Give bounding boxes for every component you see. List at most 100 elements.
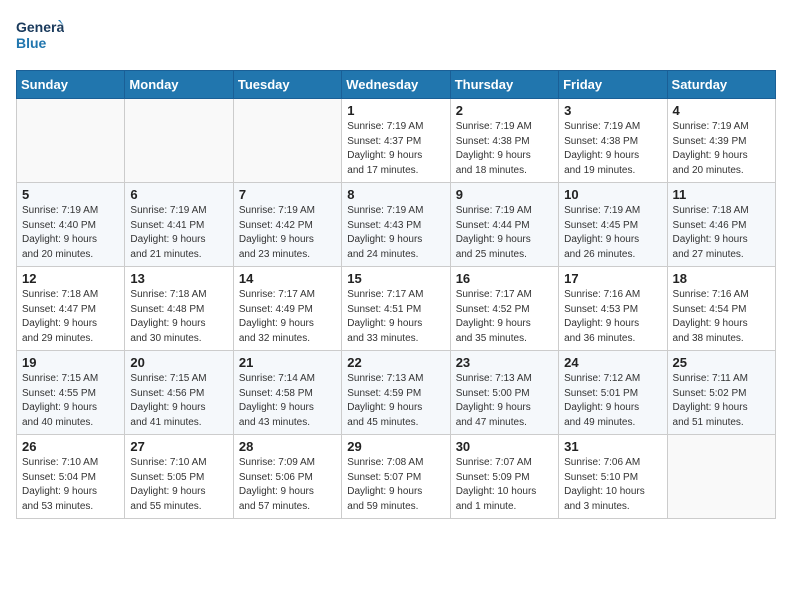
day-info: Sunrise: 7:10 AM Sunset: 5:04 PM Dayligh… [22,456,119,514]
day-number: 21 [239,355,336,370]
day-number: 11 [673,187,770,202]
day-info: Sunrise: 7:11 AM Sunset: 5:02 PM Dayligh… [673,372,770,430]
day-number: 9 [456,187,553,202]
header-day: Saturday [667,71,775,99]
calendar-cell: 6Sunrise: 7:19 AM Sunset: 4:41 PM Daylig… [125,183,233,267]
day-info: Sunrise: 7:13 AM Sunset: 4:59 PM Dayligh… [347,372,444,430]
calendar-cell [233,99,341,183]
day-number: 15 [347,271,444,286]
day-info: Sunrise: 7:12 AM Sunset: 5:01 PM Dayligh… [564,372,661,430]
calendar-cell: 8 Sunrise: 7:19 AM Sunset: 4:43 PM Daylig… [342,183,450,267]
day-number: 7 [239,187,336,202]
day-number: 2 [456,103,553,118]
day-info: Sunrise: 7:19 AM Sunset: 4:37 PM Dayligh… [347,120,444,178]
header-day: Sunday [17,71,125,99]
day-number: 30 [456,439,553,454]
day-number: 27 [130,439,227,454]
calendar-cell: 4Sunrise: 7:19 AM Sunset: 4:39 PM Daylig… [667,99,775,183]
header-day: Tuesday [233,71,341,99]
day-info: Sunrise: 7:19 AM Sunset: 4:40 PM Dayligh… [22,204,119,262]
svg-text:Blue: Blue [16,35,47,51]
calendar-week: 5 Sunrise: 7:19 AM Sunset: 4:40 PM Daylig… [17,183,776,267]
calendar-cell: 3 Sunrise: 7:19 AM Sunset: 4:38 PM Daylig… [559,99,667,183]
header-row: SundayMondayTuesdayWednesdayThursdayFrid… [17,71,776,99]
calendar-cell: 5 Sunrise: 7:19 AM Sunset: 4:40 PM Daylig… [17,183,125,267]
calendar-week: 12 Sunrise: 7:18 AM Sunset: 4:47 PM Dayli… [17,267,776,351]
calendar-cell: 31 Sunrise: 7:06 AM Sunset: 5:10 PM Dayli… [559,435,667,519]
header-day: Wednesday [342,71,450,99]
day-info: Sunrise: 7:17 AM Sunset: 4:49 PM Dayligh… [239,288,336,346]
calendar-cell: 12 Sunrise: 7:18 AM Sunset: 4:47 PM Dayli… [17,267,125,351]
day-info: Sunrise: 7:13 AM Sunset: 5:00 PM Dayligh… [456,372,553,430]
day-number: 24 [564,355,661,370]
calendar-cell: 13 Sunrise: 7:18 AM Sunset: 4:48 PM Dayli… [125,267,233,351]
day-info: Sunrise: 7:19 AM Sunset: 4:45 PM Dayligh… [564,204,661,262]
calendar-cell: 22 Sunrise: 7:13 AM Sunset: 4:59 PM Dayli… [342,351,450,435]
day-info: Sunrise: 7:09 AM Sunset: 5:06 PM Dayligh… [239,456,336,514]
day-info: Sunrise: 7:10 AM Sunset: 5:05 PM Dayligh… [130,456,227,514]
calendar-cell: 9Sunrise: 7:19 AM Sunset: 4:44 PM Daylig… [450,183,558,267]
calendar-cell: 2Sunrise: 7:19 AM Sunset: 4:38 PM Daylig… [450,99,558,183]
day-info: Sunrise: 7:18 AM Sunset: 4:48 PM Dayligh… [130,288,227,346]
calendar-cell: 11 Sunrise: 7:18 AM Sunset: 4:46 PM Dayli… [667,183,775,267]
calendar-cell: 25 Sunrise: 7:11 AM Sunset: 5:02 PM Dayli… [667,351,775,435]
calendar-cell: 1 Sunrise: 7:19 AM Sunset: 4:37 PM Daylig… [342,99,450,183]
calendar-cell [667,435,775,519]
day-number: 8 [347,187,444,202]
calendar-cell: 14 Sunrise: 7:17 AM Sunset: 4:49 PM Dayli… [233,267,341,351]
svg-text:General: General [16,19,64,35]
day-info: Sunrise: 7:19 AM Sunset: 4:38 PM Dayligh… [564,120,661,178]
header-day: Monday [125,71,233,99]
calendar-cell: 21 Sunrise: 7:14 AM Sunset: 4:58 PM Dayli… [233,351,341,435]
calendar-table: SundayMondayTuesdayWednesdayThursdayFrid… [16,70,776,519]
day-info: Sunrise: 7:18 AM Sunset: 4:47 PM Dayligh… [22,288,119,346]
calendar-cell: 30 Sunrise: 7:07 AM Sunset: 5:09 PM Dayli… [450,435,558,519]
day-info: Sunrise: 7:18 AM Sunset: 4:46 PM Dayligh… [673,204,770,262]
day-number: 14 [239,271,336,286]
calendar-cell [125,99,233,183]
day-number: 13 [130,271,227,286]
day-info: Sunrise: 7:16 AM Sunset: 4:54 PM Dayligh… [673,288,770,346]
day-number: 28 [239,439,336,454]
day-number: 19 [22,355,119,370]
day-info: Sunrise: 7:19 AM Sunset: 4:43 PM Dayligh… [347,204,444,262]
calendar-cell: 28 Sunrise: 7:09 AM Sunset: 5:06 PM Dayli… [233,435,341,519]
day-info: Sunrise: 7:19 AM Sunset: 4:41 PM Dayligh… [130,204,227,262]
day-number: 12 [22,271,119,286]
day-number: 1 [347,103,444,118]
day-number: 22 [347,355,444,370]
calendar-cell: 16Sunrise: 7:17 AM Sunset: 4:52 PM Dayli… [450,267,558,351]
day-number: 25 [673,355,770,370]
day-number: 5 [22,187,119,202]
day-info: Sunrise: 7:19 AM Sunset: 4:39 PM Dayligh… [673,120,770,178]
calendar-cell: 10 Sunrise: 7:19 AM Sunset: 4:45 PM Dayli… [559,183,667,267]
calendar-cell: 26 Sunrise: 7:10 AM Sunset: 5:04 PM Dayli… [17,435,125,519]
day-number: 20 [130,355,227,370]
day-info: Sunrise: 7:14 AM Sunset: 4:58 PM Dayligh… [239,372,336,430]
calendar-cell: 27 Sunrise: 7:10 AM Sunset: 5:05 PM Dayli… [125,435,233,519]
day-number: 31 [564,439,661,454]
day-number: 18 [673,271,770,286]
logo-svg: General Blue [16,16,64,58]
day-number: 10 [564,187,661,202]
day-info: Sunrise: 7:06 AM Sunset: 5:10 PM Dayligh… [564,456,661,514]
day-info: Sunrise: 7:17 AM Sunset: 4:51 PM Dayligh… [347,288,444,346]
calendar-week: 26 Sunrise: 7:10 AM Sunset: 5:04 PM Dayli… [17,435,776,519]
day-number: 26 [22,439,119,454]
day-info: Sunrise: 7:15 AM Sunset: 4:56 PM Dayligh… [130,372,227,430]
day-number: 23 [456,355,553,370]
calendar-cell: 20 Sunrise: 7:15 AM Sunset: 4:56 PM Dayli… [125,351,233,435]
calendar-cell: 15 Sunrise: 7:17 AM Sunset: 4:51 PM Dayli… [342,267,450,351]
day-info: Sunrise: 7:19 AM Sunset: 4:42 PM Dayligh… [239,204,336,262]
header-day: Thursday [450,71,558,99]
header-day: Friday [559,71,667,99]
day-number: 3 [564,103,661,118]
calendar-cell: 7 Sunrise: 7:19 AM Sunset: 4:42 PM Daylig… [233,183,341,267]
day-info: Sunrise: 7:07 AM Sunset: 5:09 PM Dayligh… [456,456,553,514]
logo: General Blue [16,16,64,58]
day-info: Sunrise: 7:17 AM Sunset: 4:52 PM Dayligh… [456,288,553,346]
day-info: Sunrise: 7:16 AM Sunset: 4:53 PM Dayligh… [564,288,661,346]
calendar-cell [17,99,125,183]
calendar-week: 1 Sunrise: 7:19 AM Sunset: 4:37 PM Daylig… [17,99,776,183]
day-number: 17 [564,271,661,286]
